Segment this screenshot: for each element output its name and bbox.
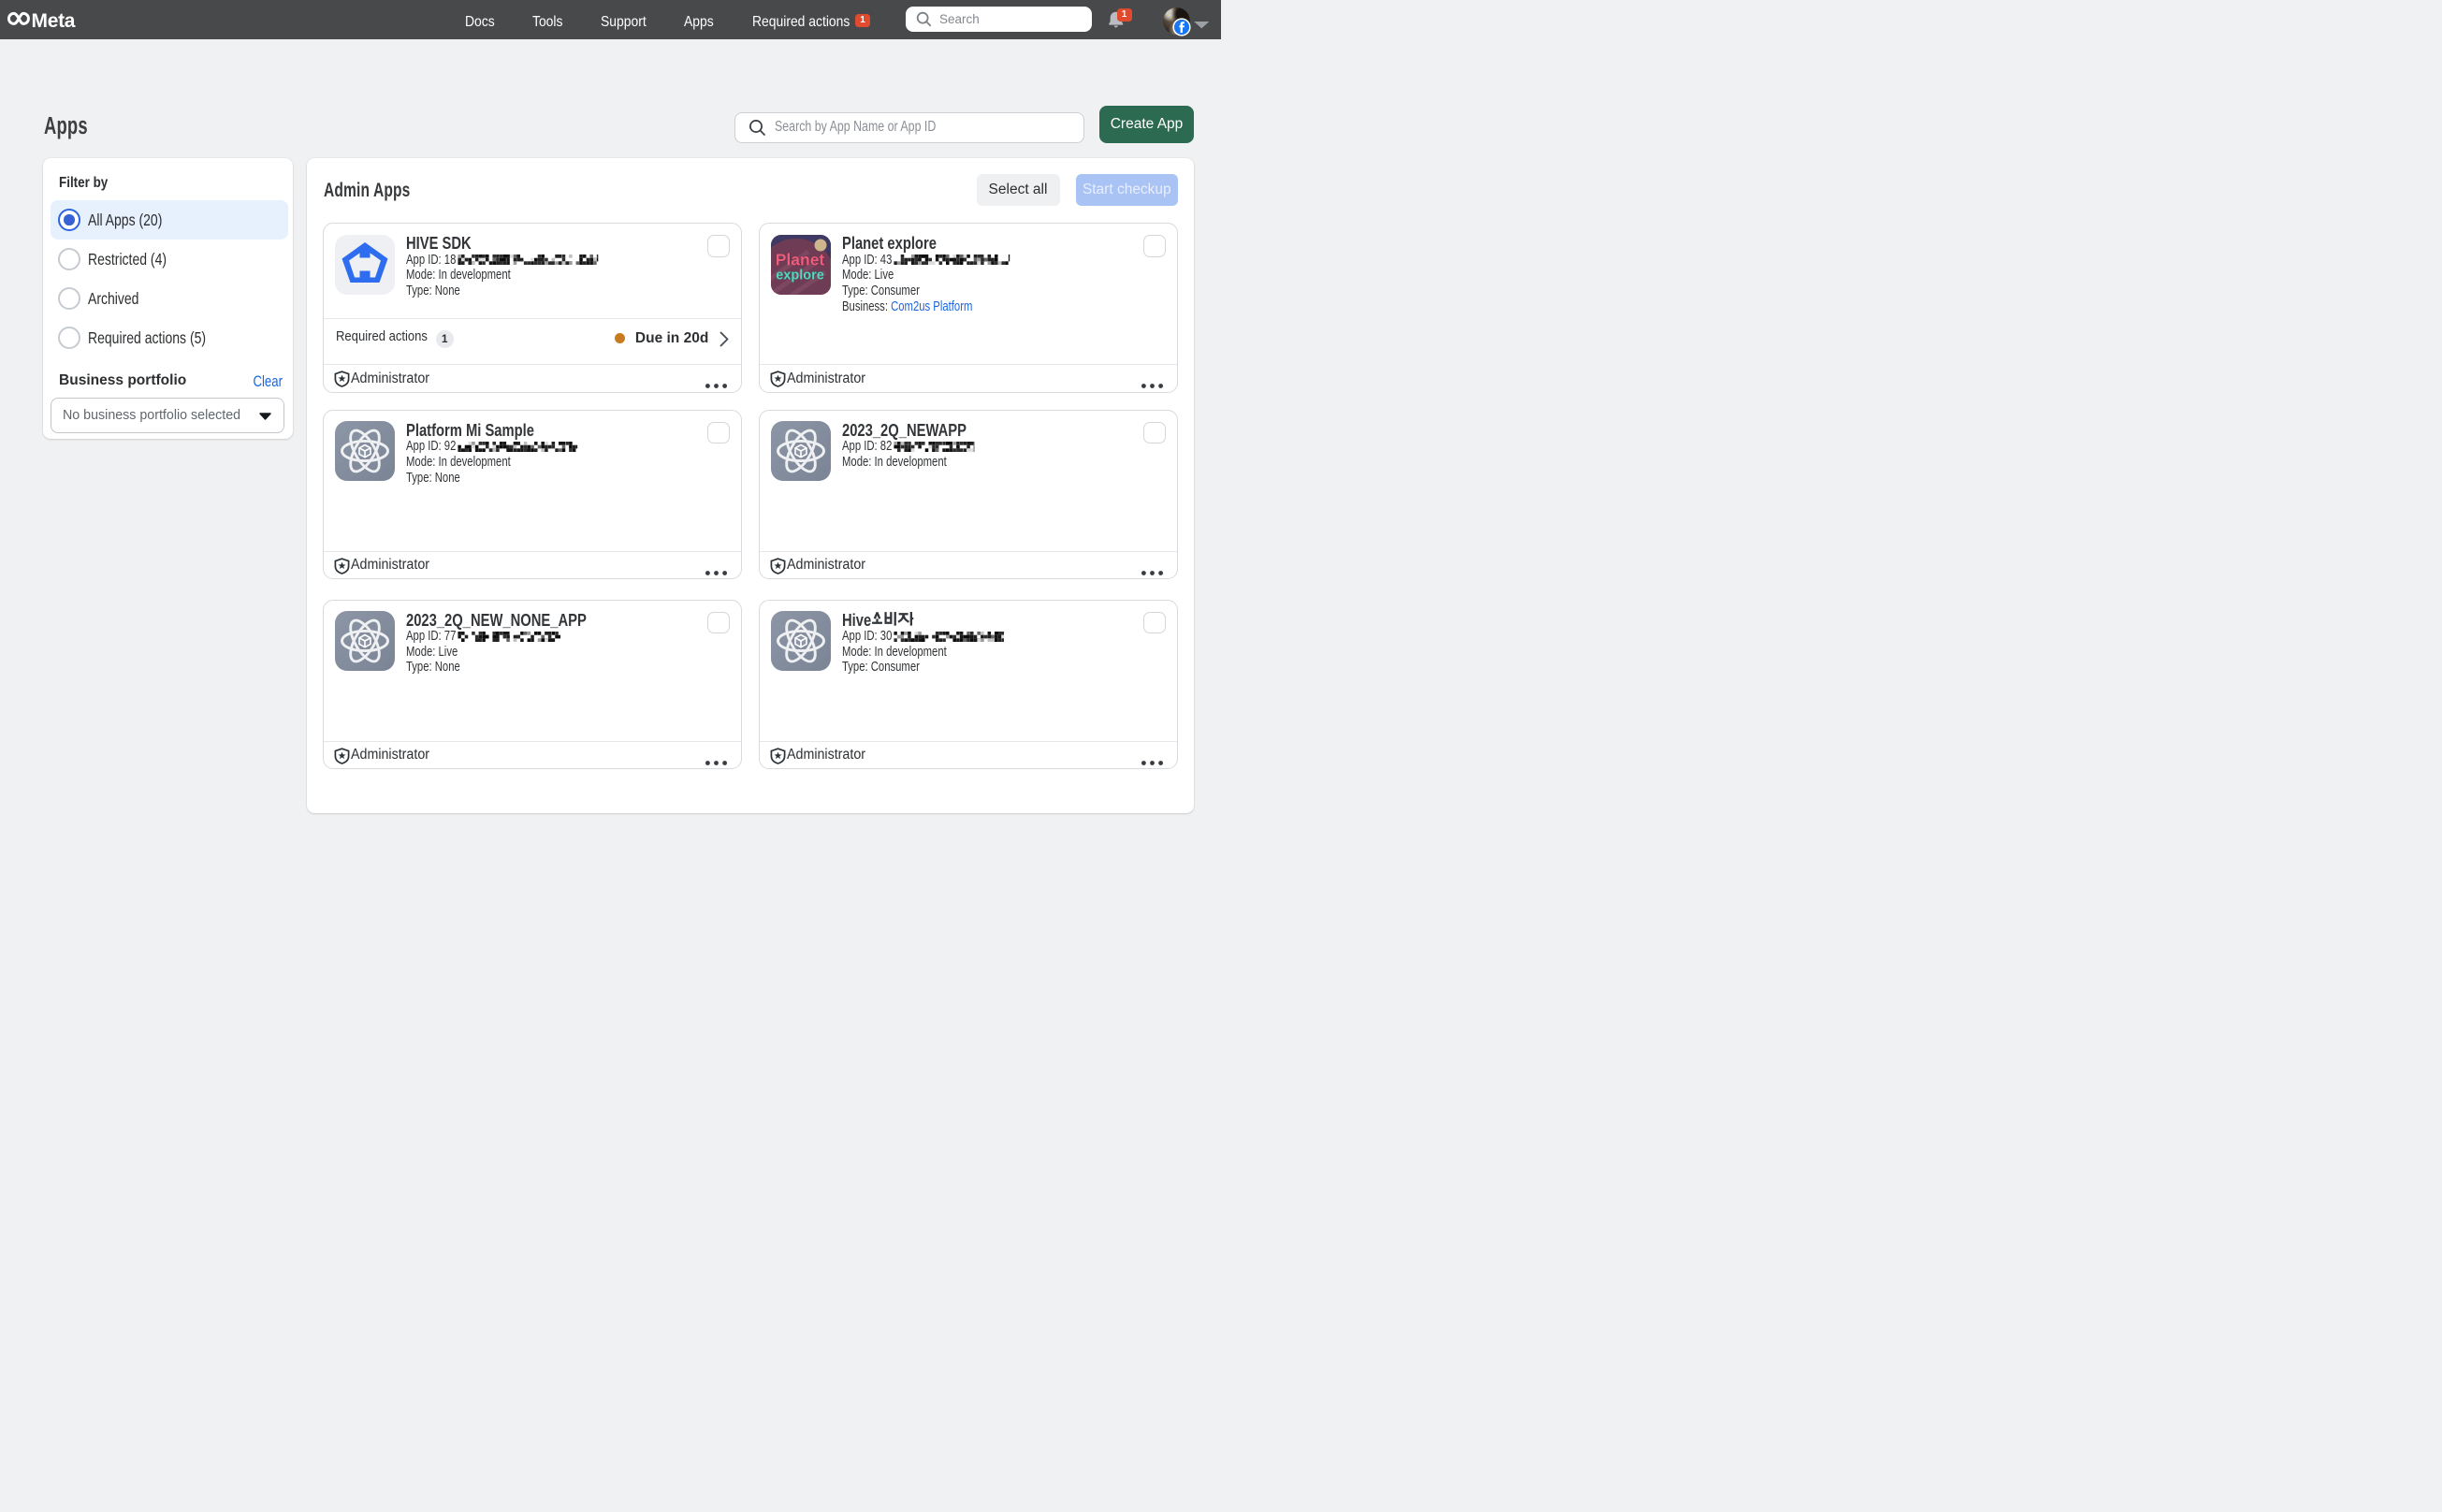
svg-text:Planet: Planet: [775, 250, 824, 269]
svg-text:Meta: Meta: [32, 10, 76, 32]
svg-text:explore: explore: [776, 268, 824, 283]
